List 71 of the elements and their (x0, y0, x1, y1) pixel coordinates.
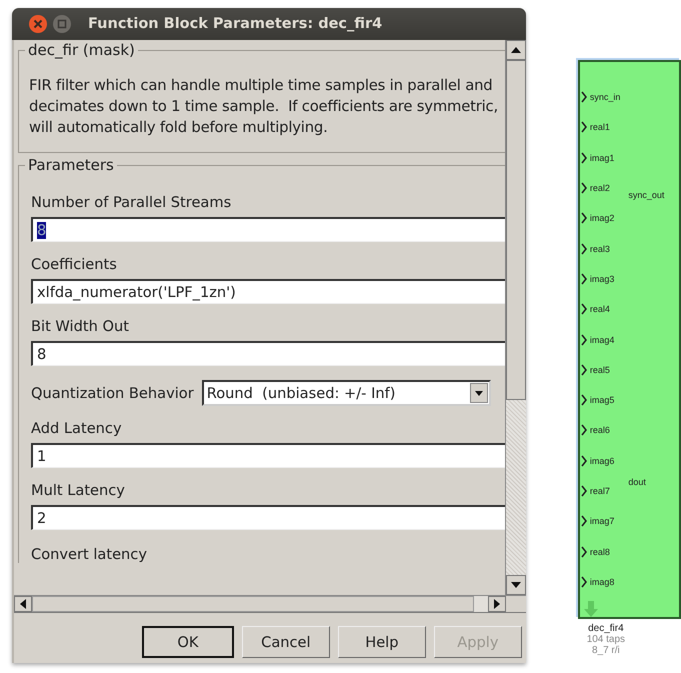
dropdown[interactable]: Round (unbiased: +/- Inf) (202, 380, 491, 406)
input-port-icon (580, 394, 587, 406)
port-label: imag3 (590, 274, 614, 284)
field-label: Coefficients (31, 256, 118, 273)
group-title: dec_fir (mask) (25, 41, 138, 59)
dialog-button[interactable]: Cancel (242, 626, 330, 658)
port-label: sync_out (628, 190, 664, 200)
port-label: imag2 (590, 213, 614, 224)
scroll-left-icon[interactable] (14, 596, 32, 612)
scroll-up-icon[interactable] (506, 40, 526, 60)
input-field[interactable]: 8 (31, 217, 505, 242)
dialog-button[interactable]: Help (338, 626, 426, 658)
input-port-icon (580, 242, 587, 255)
input-port-icon (580, 182, 587, 194)
dialog-button[interactable]: OK (142, 626, 234, 658)
input-port-icon (580, 454, 587, 467)
port-label: imag8 (590, 576, 614, 587)
input-port-icon (580, 121, 587, 134)
horizontal-scrollbar[interactable] (14, 595, 526, 613)
port-label: real4 (590, 304, 610, 314)
input-field[interactable]: 1 (31, 443, 505, 468)
vertical-scrollbar[interactable] (504, 40, 526, 595)
port-label: imag5 (590, 395, 614, 406)
port-label: imag1 (590, 152, 614, 163)
block-annotation: 8_7 r/i (592, 645, 620, 656)
port-label: real8 (590, 546, 610, 557)
scroll-down-icon[interactable] (506, 575, 526, 595)
function-block[interactable]: sync_in real1 imag1 real2 imag2 real3 imag3 real4 imag4 real5 imag5 real6 imag6 real7 imag7 real8 imag8 sync_out dout (578, 60, 681, 619)
scroll-thumb[interactable] (506, 60, 526, 400)
close-icon[interactable] (28, 14, 48, 34)
block-name: dec_fir4 (588, 623, 624, 634)
port-label: imag6 (590, 456, 614, 466)
window-title: Function Block Parameters: dec_fir4 (88, 16, 382, 32)
input-port-icon (580, 485, 587, 497)
port-label: real6 (590, 425, 610, 436)
input-port-icon (580, 334, 587, 346)
port-label: real1 (590, 122, 610, 132)
block-annotation: 104 taps (586, 634, 626, 645)
input-port-icon (580, 546, 587, 558)
input-port-icon (580, 212, 587, 224)
port-label: imag7 (590, 516, 614, 526)
port-label: real3 (590, 244, 610, 254)
input-field[interactable]: xlfda_numerator('LPF_1zn') (31, 279, 505, 304)
scroll-thumb[interactable] (32, 596, 474, 612)
port-label: sync_in (590, 92, 620, 102)
field-label: Number of Parallel Streams (31, 194, 232, 211)
description-text: FIR filter which can handle multiple time samples in parallel and decimates down to 1 time sample. If coefficients are symmetric, will automatically fold before multiplying. (29, 76, 499, 138)
input-port-icon (580, 303, 587, 316)
field-label: Quantization Behavior (31, 384, 194, 402)
port-label: real7 (590, 486, 610, 496)
input-port-icon (580, 424, 587, 436)
port-label: dout (628, 477, 647, 487)
input-port-icon (580, 364, 587, 376)
field-label: Bit Width Out (31, 318, 130, 335)
field-label: Mult Latency (31, 482, 126, 499)
input-port-icon (580, 91, 587, 104)
port-label: imag4 (590, 334, 614, 345)
scroll-right-icon[interactable] (488, 596, 506, 612)
input-port-icon (580, 515, 587, 528)
maximize-icon[interactable] (52, 14, 72, 34)
port-label: real2 (590, 183, 610, 194)
input-field[interactable]: 8 (31, 341, 505, 366)
port-label: real5 (590, 364, 610, 375)
input-port-icon (580, 152, 587, 164)
input-port-icon (580, 272, 587, 285)
field-label: Convert latency (31, 546, 148, 563)
down-arrow-icon (584, 601, 598, 618)
scroll-track[interactable] (474, 596, 488, 612)
input-port-icon (580, 576, 587, 588)
input-field[interactable]: 2 (31, 505, 505, 530)
field-label: Add Latency (31, 420, 123, 437)
